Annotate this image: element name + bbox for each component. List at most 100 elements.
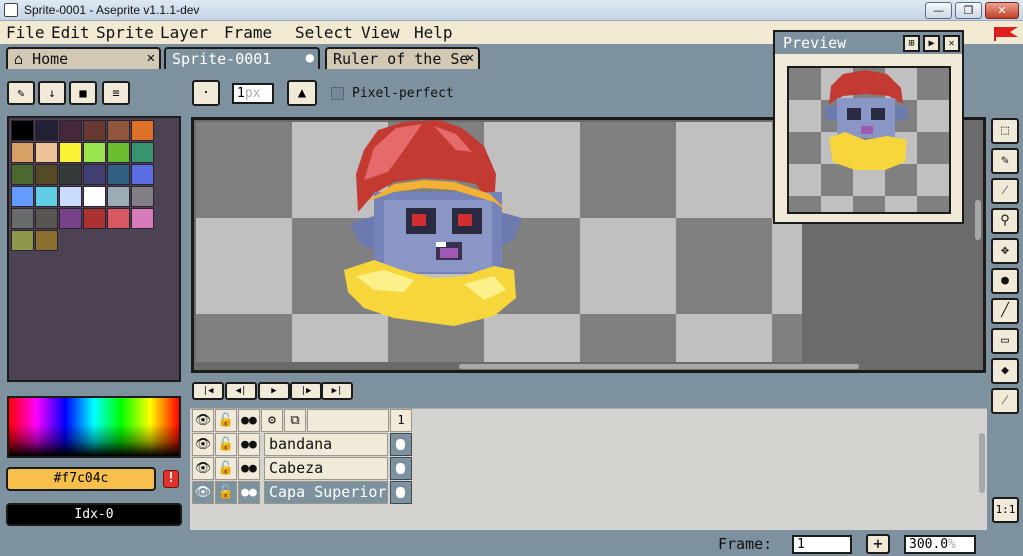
next-frame-button[interactable]: |▶: [290, 382, 322, 400]
pencil-tool[interactable]: ✎: [991, 148, 1019, 174]
palette-presets-button[interactable]: ■: [69, 81, 97, 105]
palette-swatch[interactable]: [11, 164, 34, 185]
palette-swatch[interactable]: [11, 208, 34, 229]
warning-icon[interactable]: !: [163, 470, 179, 488]
blur-tool[interactable]: ⁄: [991, 388, 1019, 414]
palette-swatch[interactable]: [131, 186, 154, 207]
palette-swatch[interactable]: [35, 142, 58, 163]
menu-file[interactable]: File: [6, 23, 45, 42]
layer-name[interactable]: Cabeza: [264, 457, 388, 480]
layer-visibility-eye-icon[interactable]: 👁: [192, 457, 214, 480]
one-to-one-zoom-button[interactable]: 1:1: [992, 497, 1019, 523]
layer-visibility-eye-icon[interactable]: 👁: [192, 433, 214, 456]
rectangular-marquee-tool[interactable]: ⬚: [991, 118, 1019, 144]
rectangle-tool[interactable]: ▭: [991, 328, 1019, 354]
layer-cel[interactable]: [390, 433, 412, 456]
tab-home-close-icon[interactable]: ✕: [147, 50, 155, 66]
layer-cel[interactable]: [390, 457, 412, 480]
palette-swatch[interactable]: [107, 120, 130, 141]
palette-edit-button[interactable]: ✎: [7, 81, 35, 105]
maximize-button[interactable]: ❐: [955, 2, 982, 19]
menu-view[interactable]: View: [361, 23, 400, 42]
palette-swatch[interactable]: [131, 164, 154, 185]
zoom-input[interactable]: 300.0%: [904, 535, 976, 554]
continuous-header-icon[interactable]: ●●: [238, 409, 260, 432]
palette-swatch[interactable]: [59, 120, 82, 141]
brush-type-button[interactable]: ·: [192, 80, 220, 106]
layer-continuous-icon[interactable]: ●●: [238, 457, 260, 480]
palette-download-button[interactable]: ↓: [38, 81, 66, 105]
tab-sprite-0001[interactable]: Sprite-0001 ●: [164, 47, 320, 69]
preview-close-icon[interactable]: ✕: [943, 35, 960, 52]
frame-header-1[interactable]: 1: [390, 409, 412, 432]
menu-sprite[interactable]: Sprite: [96, 23, 154, 42]
layer-continuous-icon[interactable]: ●●: [238, 433, 260, 456]
layer-visibility-eye-icon[interactable]: 👁: [192, 481, 214, 504]
ink-type-button[interactable]: ▲: [287, 80, 317, 106]
notification-flag[interactable]: [990, 21, 1023, 44]
menu-select[interactable]: Select: [295, 23, 353, 42]
line-tool[interactable]: ╱: [991, 298, 1019, 324]
tab-ruler-of-the-sea[interactable]: Ruler of the Se ✕: [325, 47, 480, 69]
palette-swatch[interactable]: [131, 120, 154, 141]
color-spectrum[interactable]: [7, 396, 181, 458]
layer-continuous-icon[interactable]: ●●: [238, 481, 260, 504]
paint-bucket-tool[interactable]: ●: [991, 268, 1019, 294]
menu-help[interactable]: Help: [414, 23, 453, 42]
palette-swatch[interactable]: [131, 208, 154, 229]
palette-swatch[interactable]: [107, 142, 130, 163]
tab-modified-dot-icon[interactable]: ●: [306, 50, 314, 66]
tab-ruler-close-icon[interactable]: ✕: [466, 50, 474, 66]
eyedropper-tool[interactable]: ⁄: [991, 178, 1019, 204]
palette-swatch[interactable]: [11, 186, 34, 207]
palette-swatch[interactable]: [59, 186, 82, 207]
palette-swatch[interactable]: [107, 208, 130, 229]
brush-size-input[interactable]: 1px: [232, 83, 274, 104]
palette-swatch[interactable]: [59, 208, 82, 229]
palette-swatch[interactable]: [59, 142, 82, 163]
menu-edit[interactable]: Edit: [51, 23, 90, 42]
palette-options-button[interactable]: ≡: [102, 81, 130, 105]
preview-play-icon[interactable]: ▶: [923, 35, 940, 52]
layer-name[interactable]: bandana: [264, 433, 388, 456]
palette-swatch[interactable]: [83, 142, 106, 163]
timeline-vertical-scrollbar[interactable]: [979, 433, 985, 493]
contour-tool[interactable]: ◆: [991, 358, 1019, 384]
palette-swatch[interactable]: [35, 120, 58, 141]
visibility-header-icon[interactable]: 👁: [192, 409, 214, 432]
palette-swatch[interactable]: [35, 208, 58, 229]
palette-swatch[interactable]: [107, 164, 130, 185]
layer-lock-icon[interactable]: 🔓: [215, 457, 237, 480]
preview-canvas[interactable]: [787, 66, 951, 214]
canvas-vertical-scrollbar[interactable]: [975, 200, 981, 240]
palette-swatch[interactable]: [11, 230, 34, 251]
menu-layer[interactable]: Layer: [160, 23, 208, 42]
palette-swatch[interactable]: [83, 164, 106, 185]
add-frame-button[interactable]: +: [866, 534, 890, 554]
palette-swatch[interactable]: [131, 142, 154, 163]
palette-swatch[interactable]: [35, 164, 58, 185]
layer-lock-icon[interactable]: 🔓: [215, 433, 237, 456]
palette-swatch[interactable]: [107, 186, 130, 207]
play-button[interactable]: ▶: [258, 382, 290, 400]
palette-swatch[interactable]: [35, 230, 58, 251]
pixel-perfect-checkbox[interactable]: [331, 87, 344, 100]
lock-header-icon[interactable]: 🔓: [215, 409, 237, 432]
palette-swatch[interactable]: [11, 120, 34, 141]
canvas-horizontal-scrollbar[interactable]: [459, 364, 859, 369]
palette-swatch[interactable]: [83, 208, 106, 229]
palette-swatch[interactable]: [83, 186, 106, 207]
preview-screen-icon[interactable]: ⊞: [903, 35, 920, 52]
layer-cel[interactable]: [390, 481, 412, 504]
palette-swatch[interactable]: [59, 164, 82, 185]
layer-lock-icon[interactable]: 🔓: [215, 481, 237, 504]
close-window-button[interactable]: ✕: [985, 2, 1019, 19]
minimize-button[interactable]: —: [925, 2, 952, 19]
first-frame-button[interactable]: |◀: [192, 382, 224, 400]
onion-skin-gear-icon[interactable]: ⚙: [261, 409, 283, 432]
palette-swatch[interactable]: [11, 142, 34, 163]
background-color-button[interactable]: Idx-0: [6, 503, 182, 526]
layers-header-icon[interactable]: ⧉: [284, 409, 306, 432]
tab-home[interactable]: ⌂ Home ✕: [6, 47, 161, 69]
frame-number-input[interactable]: 1: [792, 535, 852, 554]
